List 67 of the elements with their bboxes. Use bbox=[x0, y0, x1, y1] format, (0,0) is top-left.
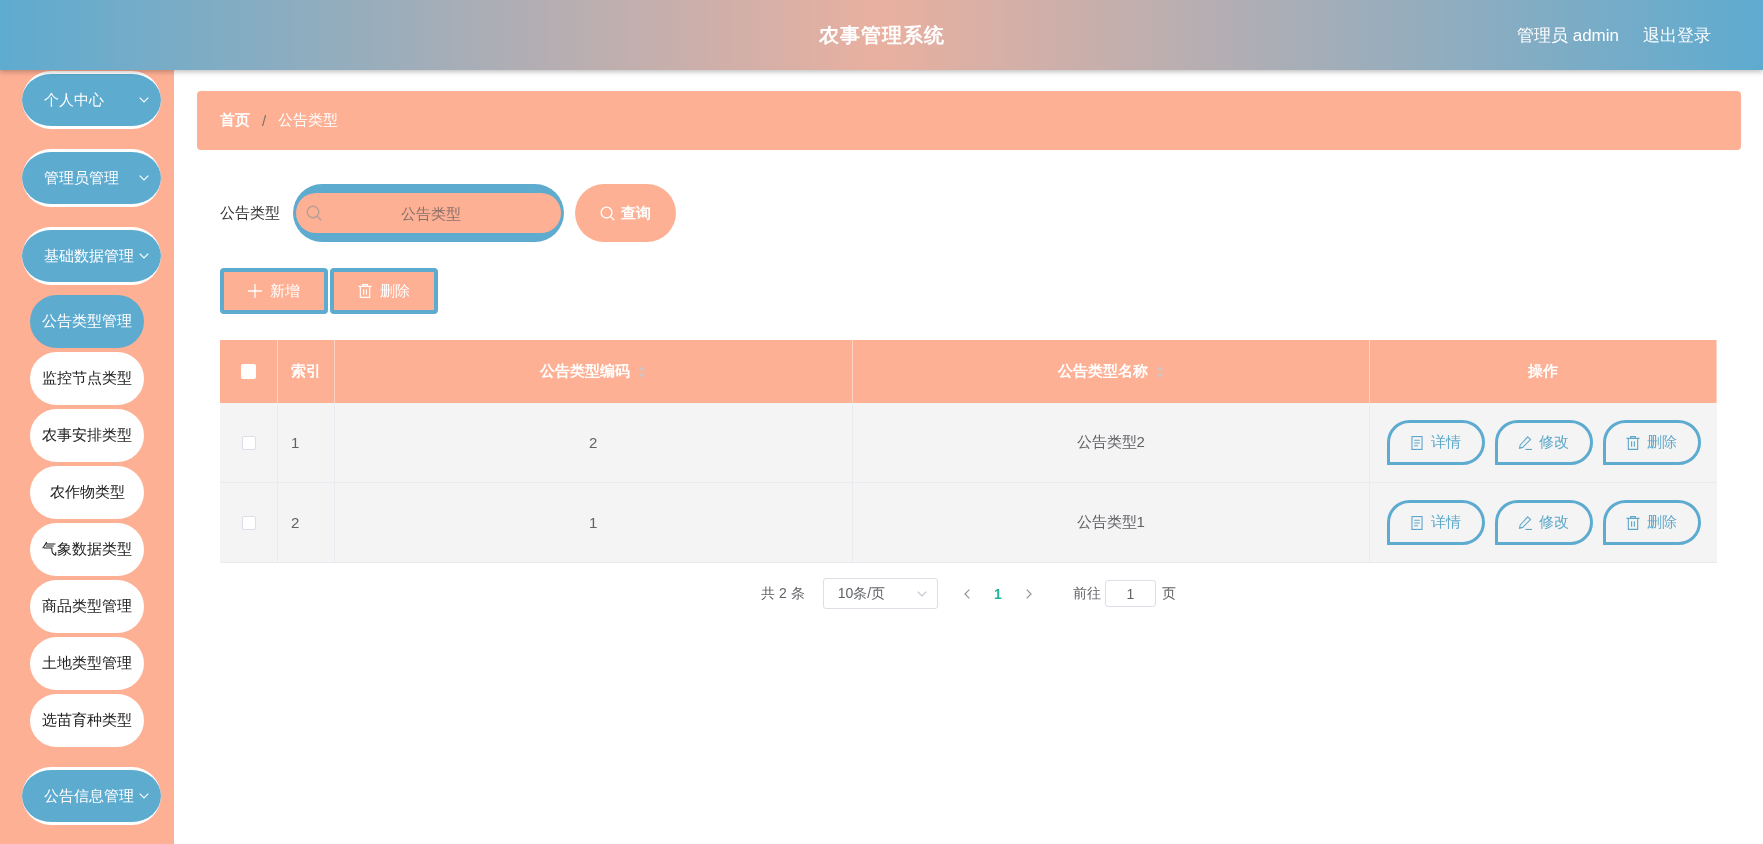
sidebar-menu-item[interactable]: 个人中心 bbox=[22, 71, 161, 129]
document-icon bbox=[1410, 515, 1424, 530]
breadcrumb-link[interactable]: 首页 bbox=[220, 111, 250, 130]
chevron-left-icon[interactable] bbox=[963, 588, 970, 599]
edit-button[interactable]: 修改 bbox=[1494, 500, 1593, 545]
pencil-icon bbox=[1518, 435, 1532, 450]
query-button[interactable]: 查询 bbox=[575, 184, 676, 242]
chevron-down-icon bbox=[139, 253, 149, 259]
table-cell: 2 bbox=[278, 483, 335, 563]
table-cell: 1 bbox=[335, 483, 853, 563]
chevron-down-icon bbox=[139, 97, 149, 103]
table-cell: 2 bbox=[335, 403, 853, 483]
sidebar-subitem[interactable]: 农事安排类型 bbox=[30, 409, 144, 462]
page-input[interactable]: 1 bbox=[1104, 580, 1156, 607]
page-number[interactable]: 1 bbox=[985, 585, 1010, 602]
sidebar-menu-item[interactable]: 管理员管理 bbox=[22, 149, 161, 207]
edit-button[interactable]: 修改 bbox=[1494, 420, 1593, 465]
trash-icon bbox=[1626, 435, 1640, 450]
detail-button[interactable]: 详情 bbox=[1386, 500, 1485, 545]
sidebar-menu-item[interactable]: 基础数据管理 bbox=[22, 227, 161, 285]
sort-icon[interactable] bbox=[638, 364, 647, 379]
search-label: 公告类型 bbox=[220, 203, 280, 223]
plus-icon bbox=[248, 284, 262, 298]
delete-button[interactable]: 删除 bbox=[1602, 500, 1701, 545]
breadcrumb-current: 公告类型 bbox=[278, 111, 339, 130]
column-header[interactable]: 公告类型编码 bbox=[335, 340, 853, 403]
delete-button[interactable]: 删除 bbox=[1602, 420, 1701, 465]
logout-link[interactable]: 退出登录 bbox=[1643, 23, 1711, 47]
sidebar-subitem[interactable]: 选苗育种类型 bbox=[30, 694, 144, 747]
goto-label: 前往 bbox=[1072, 584, 1101, 603]
table-cell: 公告类型1 bbox=[852, 483, 1370, 563]
app-title: 农事管理系统 bbox=[818, 22, 945, 48]
select-all-checkbox[interactable] bbox=[241, 364, 256, 379]
sidebar-subitem[interactable]: 公告类型管理 bbox=[30, 295, 144, 348]
sidebar-menu-item[interactable]: 公告信息管理 bbox=[22, 767, 161, 825]
chevron-down-icon bbox=[916, 590, 927, 597]
search-input[interactable]: 公告类型 bbox=[296, 193, 561, 233]
sidebar-subitem[interactable]: 农作物类型 bbox=[30, 466, 144, 519]
table-cell: 1 bbox=[278, 403, 335, 483]
row-checkbox[interactable] bbox=[241, 515, 256, 530]
trash-icon bbox=[358, 284, 372, 298]
search-icon bbox=[600, 205, 615, 221]
pencil-icon bbox=[1518, 515, 1532, 530]
sidebar-subitem[interactable]: 气象数据类型 bbox=[30, 523, 144, 576]
row-checkbox[interactable] bbox=[241, 435, 256, 450]
breadcrumb-separator: / bbox=[262, 112, 267, 129]
document-icon bbox=[1410, 435, 1424, 450]
chevron-down-icon bbox=[139, 793, 149, 799]
delete-button[interactable]: 删除 bbox=[330, 268, 438, 314]
column-header[interactable]: 公告类型名称 bbox=[852, 340, 1370, 403]
trash-icon bbox=[1626, 515, 1640, 530]
sort-icon[interactable] bbox=[1155, 364, 1164, 379]
chevron-right-icon[interactable] bbox=[1025, 588, 1032, 599]
add-button[interactable]: 新增 bbox=[220, 268, 328, 314]
search-icon bbox=[306, 205, 322, 221]
sidebar-subitem[interactable]: 监控节点类型 bbox=[30, 352, 144, 405]
page-suffix: 页 bbox=[1161, 584, 1176, 603]
table-cell: 公告类型2 bbox=[852, 403, 1370, 483]
total-count: 共 2 条 bbox=[761, 584, 805, 603]
column-header[interactable]: 索引 bbox=[278, 340, 335, 403]
user-label: 管理员 admin bbox=[1516, 24, 1619, 47]
column-header[interactable]: 操作 bbox=[1370, 340, 1717, 403]
chevron-down-icon bbox=[139, 175, 149, 181]
sidebar-subitem[interactable]: 土地类型管理 bbox=[30, 637, 144, 690]
sidebar-subitem[interactable]: 商品类型管理 bbox=[30, 580, 144, 633]
page-size-select[interactable]: 10条/页 bbox=[822, 578, 938, 609]
detail-button[interactable]: 详情 bbox=[1386, 420, 1485, 465]
